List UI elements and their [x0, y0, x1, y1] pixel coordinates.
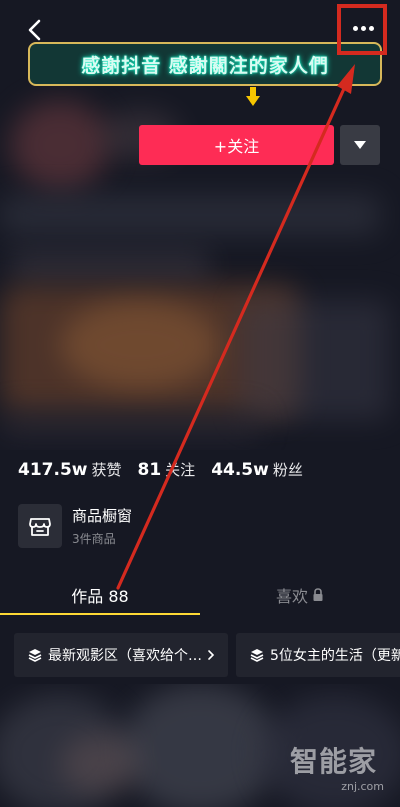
site-watermark: 智能家 znj.com: [290, 740, 390, 793]
caret-down-icon: [354, 141, 366, 149]
stat-label: 粉丝: [272, 461, 303, 479]
active-tab-indicator: [0, 613, 200, 615]
collection-chip[interactable]: 5位女主的生活（更新: [236, 633, 400, 677]
lock-icon: [313, 588, 323, 601]
stat-followers[interactable]: 44.5w 粉丝: [211, 459, 303, 480]
stat-label: 关注: [165, 461, 196, 479]
layers-icon: [28, 649, 42, 662]
chevron-right-icon: [208, 650, 215, 660]
arrow-down-icon: [246, 87, 260, 106]
stat-value: 81: [137, 460, 162, 480]
collection-label: 5位女主的生活（更新: [270, 648, 400, 664]
shop-subtitle: 3件商品: [72, 532, 116, 546]
shop-window-entry[interactable]: 商品橱窗 3件商品: [18, 504, 132, 548]
tab-label: 喜欢: [275, 587, 308, 606]
profile-tabs: 作品 88 喜欢: [0, 577, 400, 617]
stat-value: 44.5w: [211, 460, 269, 480]
tab-label: 作品 88: [71, 587, 129, 606]
stat-likes[interactable]: 417.5w 获赞: [18, 459, 122, 480]
collection-list: 最新观影区（喜欢给个… 5位女主的生活（更新: [14, 633, 400, 677]
tab-works[interactable]: 作品 88: [0, 577, 200, 613]
layers-icon: [250, 649, 264, 662]
recommend-dropdown-button[interactable]: [340, 125, 380, 165]
stat-label: 获赞: [91, 461, 122, 479]
tab-likes[interactable]: 喜欢: [200, 577, 400, 613]
profile-banner: 感謝抖音 感謝關注的家人們: [28, 42, 382, 86]
collection-label: 最新观影区（喜欢给个…: [48, 648, 202, 664]
annotation-highlight-box: [337, 4, 387, 55]
stat-following[interactable]: 81 关注: [138, 459, 196, 480]
stat-value: 417.5w: [18, 460, 88, 480]
follow-button[interactable]: +关注: [139, 125, 334, 165]
profile-stats: 417.5w 获赞 81 关注 44.5w 粉丝: [18, 459, 319, 480]
watermark-text: 智能家: [290, 745, 378, 778]
watermark-subtext: znj.com: [341, 780, 384, 793]
collection-chip[interactable]: 最新观影区（喜欢给个…: [14, 633, 228, 677]
shop-window-icon: [18, 504, 62, 548]
shop-title: 商品橱窗: [72, 507, 133, 525]
